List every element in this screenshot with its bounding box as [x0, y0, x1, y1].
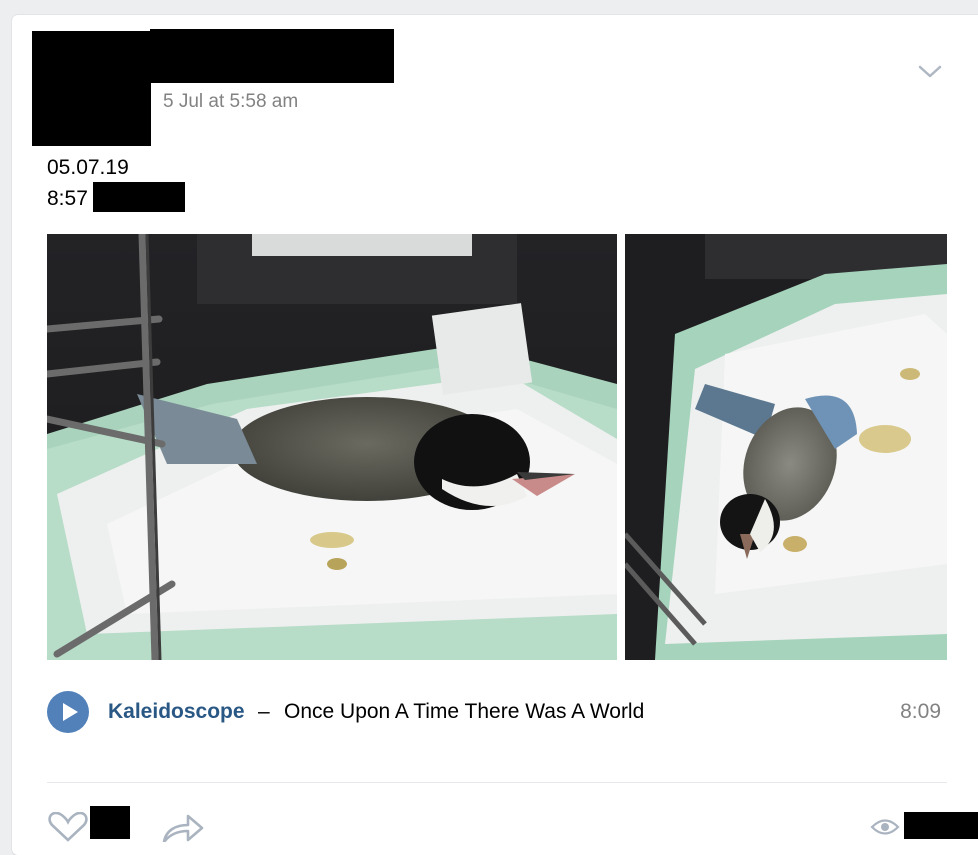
play-button[interactable]: [47, 691, 89, 733]
play-icon: [63, 703, 78, 721]
redacted-like-count: [90, 806, 130, 839]
chevron-down-icon[interactable]: [916, 60, 944, 82]
post-text: 05.07.19 8:57: [47, 152, 185, 214]
photo-1[interactable]: [47, 234, 617, 660]
redacted-view-count: [904, 812, 978, 839]
redacted-author-name: [150, 29, 394, 83]
photo-2[interactable]: [625, 234, 947, 660]
audio-separator: –: [258, 700, 270, 723]
audio-artist-link[interactable]: Kaleidoscope: [108, 700, 245, 724]
post-text-time: 8:57: [47, 182, 185, 214]
audio-attachment: Kaleidoscope – Once Upon A Time There Wa…: [47, 690, 947, 734]
photo-1-image: [47, 234, 617, 660]
audio-title[interactable]: Once Upon A Time There Was A World: [284, 700, 644, 724]
photo-2-image: [625, 234, 947, 660]
heart-icon[interactable]: [46, 812, 90, 842]
eye-icon: [870, 819, 900, 835]
share-icon[interactable]: [160, 812, 206, 842]
audio-duration: 8:09: [900, 700, 941, 723]
redacted-text: [93, 182, 185, 212]
post-text-date: 05.07.19: [47, 156, 129, 179]
redacted-avatar: [32, 31, 151, 146]
actions-divider: [47, 782, 947, 783]
post-timestamp[interactable]: 5 Jul at 5:58 am: [163, 91, 298, 113]
